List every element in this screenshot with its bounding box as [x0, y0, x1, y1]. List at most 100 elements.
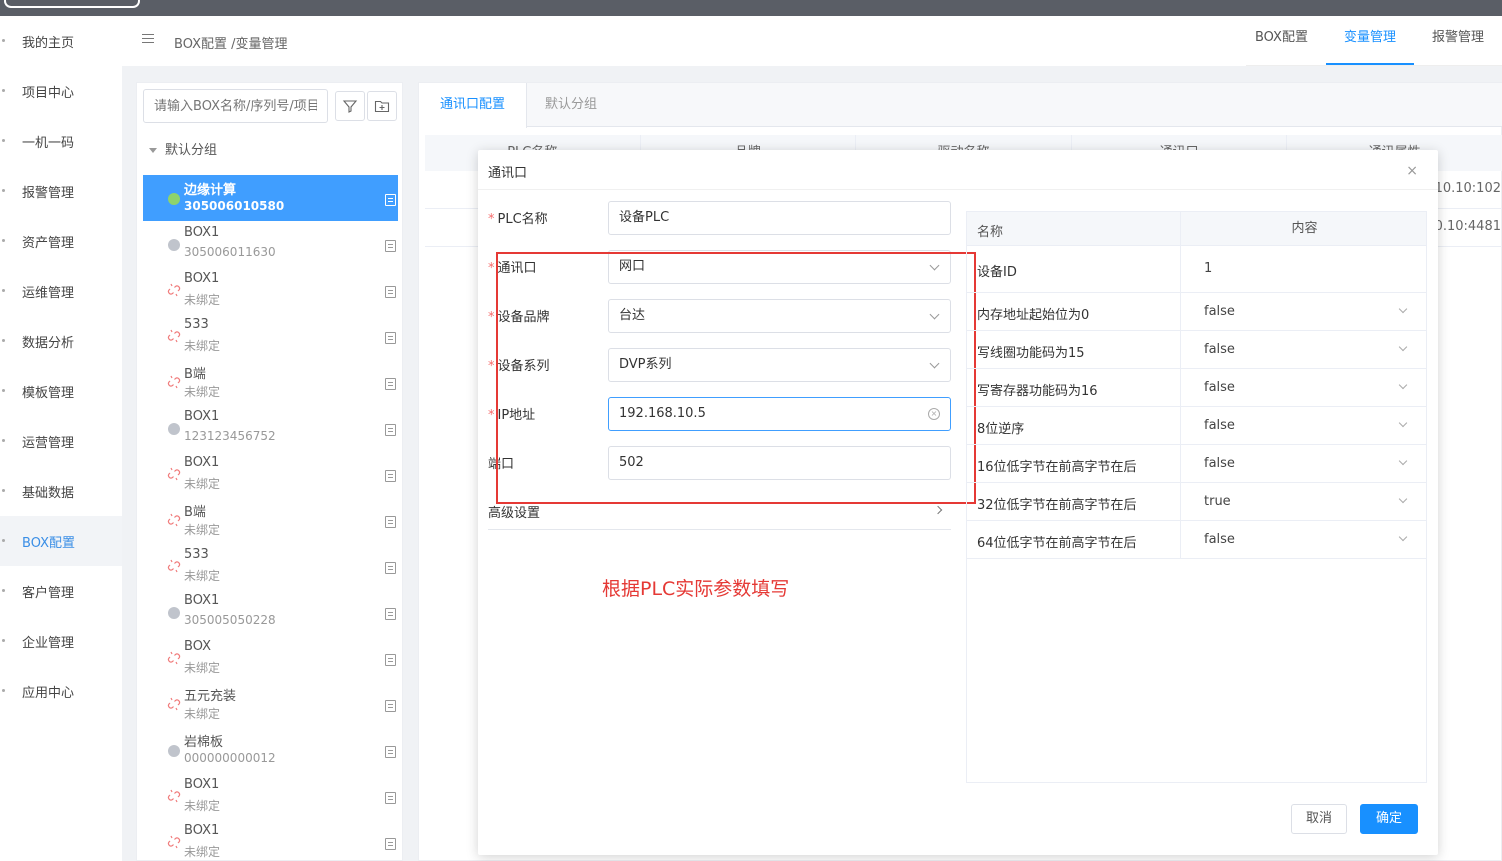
- advanced-settings[interactable]: 高级设置: [488, 502, 951, 530]
- chevron-down-icon: [1398, 532, 1408, 542]
- copy-icon[interactable]: [385, 792, 396, 804]
- chevron-down-icon: [1398, 494, 1408, 504]
- property-value-cell[interactable]: false: [1180, 331, 1428, 368]
- property-value-cell[interactable]: false: [1180, 369, 1428, 406]
- property-value-cell[interactable]: false: [1180, 293, 1428, 330]
- copy-icon[interactable]: [385, 608, 396, 620]
- box-tree-item[interactable]: BOX1 未绑定: [143, 267, 398, 313]
- copy-icon[interactable]: [385, 470, 396, 482]
- copy-icon[interactable]: [385, 240, 396, 252]
- property-row: 16位低字节在前高字节在后 false: [967, 445, 1426, 483]
- menu-toggle-icon[interactable]: [142, 34, 154, 46]
- box-tree-item[interactable]: 岩棉板 000000000012: [143, 727, 398, 773]
- unlink-icon: [167, 697, 181, 711]
- cancel-button[interactable]: 取消: [1291, 804, 1347, 834]
- status-dot-icon: [168, 193, 180, 205]
- property-value: false: [1204, 380, 1235, 395]
- nav-item-assets[interactable]: 资产管理: [0, 216, 122, 266]
- box-tree-item[interactable]: 边缘计算 305006010580: [143, 175, 398, 221]
- nav-item-ops[interactable]: 运维管理: [0, 266, 122, 316]
- nav-item-templates[interactable]: 模板管理: [0, 366, 122, 416]
- tab-variable-management[interactable]: 变量管理: [1325, 16, 1414, 66]
- property-value: false: [1204, 532, 1235, 547]
- copy-icon[interactable]: [385, 700, 396, 712]
- property-row: 64位低字节在前高字节在后 false: [967, 521, 1426, 559]
- box-tree-item[interactable]: BOX 未绑定: [143, 635, 398, 681]
- unlink-icon: [167, 513, 181, 527]
- nav-item-projects[interactable]: 项目中心: [0, 66, 122, 116]
- copy-icon[interactable]: [385, 838, 396, 850]
- copy-icon[interactable]: [385, 424, 396, 436]
- filter-button[interactable]: [335, 91, 365, 121]
- nav-item-operations[interactable]: 运营管理: [0, 416, 122, 466]
- nav-item-analytics[interactable]: 数据分析: [0, 316, 122, 366]
- box-serial: 未绑定: [184, 569, 221, 583]
- close-icon[interactable]: ×: [1406, 163, 1418, 179]
- copy-icon[interactable]: [385, 516, 396, 528]
- chevron-right-icon: [933, 505, 943, 515]
- box-serial: 未绑定: [184, 661, 221, 675]
- port-dialog: 通讯口 × * PLC名称 设备PLC * 通讯口 网口 * 设备品牌 台达 * 设备系…: [478, 150, 1438, 855]
- property-value: 1: [1204, 261, 1213, 276]
- folder-add-icon: [374, 100, 390, 113]
- property-row: 写线圈功能码为15 false: [967, 331, 1426, 369]
- property-name: 内存地址起始位为0: [977, 308, 1090, 323]
- nav-item-alarms[interactable]: 报警管理: [0, 166, 122, 216]
- box-name: 边缘计算: [184, 183, 237, 198]
- tab-box-config[interactable]: BOX配置: [1237, 16, 1326, 66]
- plc-name-input[interactable]: 设备PLC: [608, 201, 951, 235]
- property-row: 写寄存器功能码为16 false: [967, 369, 1426, 407]
- box-tree-item[interactable]: BOX1 未绑定: [143, 451, 398, 497]
- box-tree-item[interactable]: BOX1 305005050228: [143, 589, 398, 635]
- dialog-header: 通讯口 ×: [478, 150, 1438, 190]
- top-tabs: BOX配置 变量管理 报警管理: [1237, 16, 1502, 66]
- property-value-cell[interactable]: false: [1180, 521, 1428, 558]
- property-name: 64位低字节在前高字节在后: [977, 536, 1137, 551]
- property-value-cell[interactable]: true: [1180, 483, 1428, 520]
- nav-item-box-config[interactable]: BOX配置: [0, 516, 122, 566]
- nav-item-apps[interactable]: 应用中心: [0, 666, 122, 716]
- header: BOX配置 /变量管理 BOX配置 变量管理 报警管理: [122, 16, 1502, 66]
- property-row: 8位逆序 false: [967, 407, 1426, 445]
- box-name: BOX: [184, 639, 211, 654]
- tab-default-group[interactable]: 默认分组: [524, 83, 618, 127]
- nav-item-one-code[interactable]: 一机一码: [0, 116, 122, 166]
- box-serial: 123123456752: [184, 429, 276, 443]
- box-tree-item[interactable]: 533 未绑定: [143, 313, 398, 359]
- tab-port-config[interactable]: 通讯口配置: [419, 83, 528, 128]
- box-tree-item[interactable]: 533 未绑定: [143, 543, 398, 589]
- chevron-down-icon: [1398, 418, 1408, 428]
- nav-item-home[interactable]: 我的主页: [0, 16, 122, 66]
- box-tree-item[interactable]: BOX1 未绑定: [143, 819, 398, 861]
- copy-icon[interactable]: [385, 332, 396, 344]
- caret-down-icon: [149, 148, 157, 153]
- property-value-cell[interactable]: false: [1180, 407, 1428, 444]
- box-tree-item[interactable]: B端 未绑定: [143, 359, 398, 405]
- copy-icon[interactable]: [385, 378, 396, 390]
- add-folder-button[interactable]: [367, 91, 397, 121]
- box-tree-item[interactable]: 五元充装 未绑定: [143, 681, 398, 727]
- copy-icon[interactable]: [385, 746, 396, 758]
- group-default[interactable]: 默认分组: [149, 139, 217, 158]
- nav-item-enterprise[interactable]: 企业管理: [0, 616, 122, 666]
- property-name: 32位低字节在前高字节在后: [977, 498, 1137, 513]
- box-tree-item[interactable]: B端 未绑定: [143, 497, 398, 543]
- copy-icon[interactable]: [385, 286, 396, 298]
- box-tree-item[interactable]: BOX1 123123456752: [143, 405, 398, 451]
- confirm-button[interactable]: 确定: [1360, 804, 1418, 834]
- box-search-input[interactable]: [143, 89, 328, 123]
- copy-icon[interactable]: [385, 654, 396, 666]
- property-value: false: [1204, 304, 1235, 319]
- nav-item-customers[interactable]: 客户管理: [0, 566, 122, 616]
- copy-icon[interactable]: [385, 194, 396, 206]
- property-value-cell[interactable]: false: [1180, 445, 1428, 482]
- logo: [4, 0, 140, 8]
- chevron-down-icon: [1398, 304, 1408, 314]
- box-tree-item[interactable]: BOX1 305006011630: [143, 221, 398, 267]
- tab-alarm-management[interactable]: 报警管理: [1414, 16, 1502, 66]
- box-tree-panel: 默认分组 边缘计算305006010580BOX1305006011630BOX…: [136, 82, 403, 861]
- box-name: 533: [184, 547, 209, 562]
- copy-icon[interactable]: [385, 562, 396, 574]
- box-tree-item[interactable]: BOX1 未绑定: [143, 773, 398, 819]
- nav-item-base-data[interactable]: 基础数据: [0, 466, 122, 516]
